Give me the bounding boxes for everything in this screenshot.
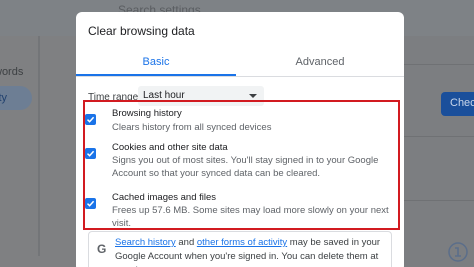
option-description: Frees up 57.6 MB. Some sites may load mo… <box>112 205 389 229</box>
sidebar-item-passwords: words <box>0 66 24 78</box>
watermark-logo-icon <box>448 242 468 262</box>
tab-divider <box>76 76 404 77</box>
settings-card <box>404 36 474 267</box>
info-text-part: and <box>175 237 197 248</box>
other-activity-link[interactable]: other forms of activity <box>197 237 287 248</box>
card-divider <box>404 136 474 137</box>
sidebar-item-privacy: ity <box>0 92 7 104</box>
card-divider <box>404 200 474 201</box>
dropdown-arrow-icon <box>249 94 257 98</box>
option-description: Clears history from all synced devices <box>112 122 272 133</box>
option-title: Cookies and other site data <box>112 142 228 153</box>
google-account-info-box: G Search history and other forms of acti… <box>88 231 392 267</box>
checkmark-icon <box>86 200 95 207</box>
sidebar-divider <box>38 36 40 256</box>
google-g-icon: G <box>97 242 107 256</box>
cookies-checkbox[interactable] <box>85 148 96 159</box>
tab-advanced[interactable]: Advanced <box>236 48 404 76</box>
cached-images-checkbox[interactable] <box>85 198 96 209</box>
option-title: Browsing history <box>112 108 182 119</box>
card-divider <box>404 64 474 65</box>
browsing-history-checkbox[interactable] <box>85 114 96 125</box>
tab-basic[interactable]: Basic <box>76 48 236 76</box>
option-title: Cached images and files <box>112 192 217 203</box>
checkmark-icon <box>86 150 95 157</box>
check-now-button: Check <box>441 92 474 116</box>
search-history-link[interactable]: Search history <box>115 237 176 248</box>
dialog-title: Clear browsing data <box>88 24 195 38</box>
clear-browsing-data-dialog: Clear browsing data Basic Advanced Time … <box>76 12 404 267</box>
checkmark-icon <box>86 116 95 123</box>
option-description: Signs you out of most sites. You'll stay… <box>112 155 379 179</box>
info-text: Search history and other forms of activi… <box>115 236 389 267</box>
